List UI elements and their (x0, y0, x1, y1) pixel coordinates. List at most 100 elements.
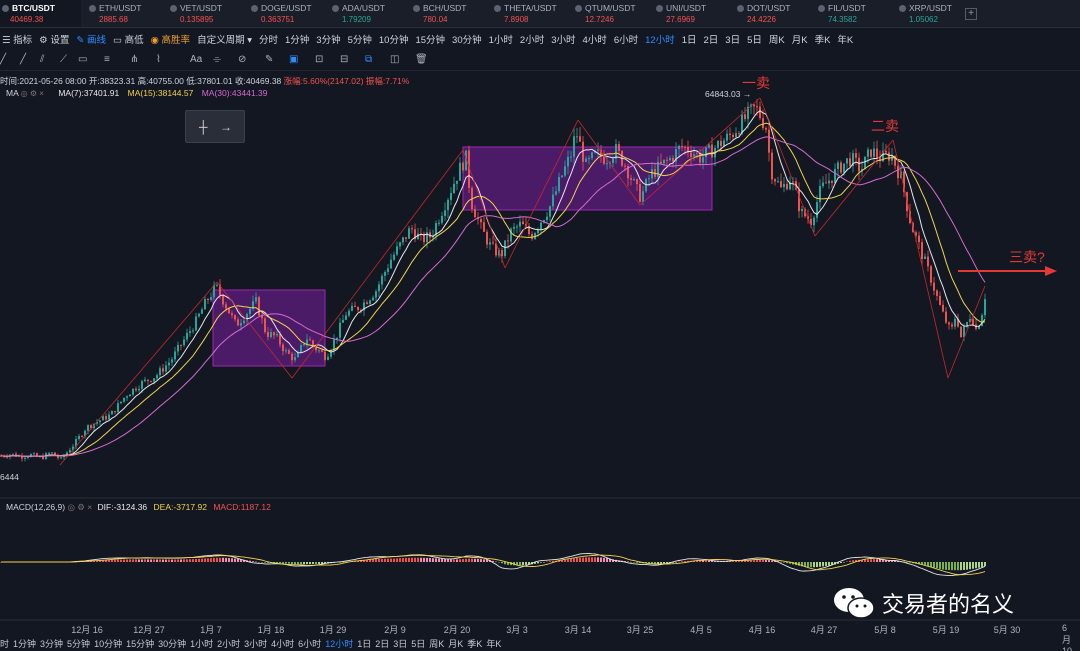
candle-body (441, 215, 443, 223)
macd-histogram-bar (816, 562, 818, 568)
candle-body (636, 179, 638, 185)
candle-body (99, 420, 101, 423)
macd-histogram-bar (153, 559, 155, 562)
macd-histogram-bar (237, 558, 239, 562)
macd-histogram-bar (384, 558, 386, 562)
candle-body (78, 436, 80, 440)
candle-body (819, 186, 821, 203)
candle-body (483, 222, 485, 232)
candle-body (648, 178, 650, 180)
macd-histogram-bar (231, 558, 233, 562)
bottom-period-option[interactable]: 4小时 (271, 639, 294, 649)
bottom-period-option[interactable]: 15分钟 (126, 639, 154, 649)
candle-body (573, 136, 575, 157)
candle-body (567, 156, 569, 167)
macd-histogram-bar (606, 558, 608, 562)
candle-body (651, 169, 653, 179)
macd-histogram-bar (603, 557, 605, 562)
candle-body (462, 162, 464, 171)
sell3-annotation: 三卖? (1009, 249, 1045, 265)
time-axis-label: 12月 16 (71, 625, 103, 635)
candle-body (168, 362, 170, 366)
macd-histogram-bar (564, 559, 566, 562)
bottom-period-option[interactable]: 6小时 (298, 639, 321, 649)
drawing-popup: ┼ → (185, 110, 245, 143)
bottom-period-option[interactable]: 周K (429, 639, 444, 649)
candle-body (240, 323, 242, 326)
vertical-line-icon[interactable]: ┼ (199, 120, 208, 134)
candle-body (459, 162, 461, 181)
macd-histogram-bar (399, 558, 401, 562)
candle-body (147, 379, 149, 381)
bottom-period-option[interactable]: 12小时 (325, 639, 353, 649)
candle-body (642, 191, 644, 202)
bottom-period-option[interactable]: 时 (0, 639, 9, 649)
candle-body (156, 375, 158, 379)
low-price-label: 6444 (0, 472, 19, 482)
candle-body (591, 152, 593, 159)
candle-body (558, 177, 560, 192)
bottom-period-option[interactable]: 10分钟 (94, 639, 122, 649)
macd-histogram-bar (597, 557, 599, 562)
macd-histogram-bar (525, 562, 527, 565)
bottom-period-option[interactable]: 2小时 (217, 639, 240, 649)
macd-eye-icon[interactable]: ◎ ⚙ × (67, 502, 92, 512)
bottom-period-option[interactable]: 月K (448, 639, 463, 649)
macd-histogram-bar (255, 561, 257, 563)
sell1-annotation: 一卖 (742, 75, 770, 91)
macd-histogram-bar (108, 559, 110, 562)
bottom-period-option[interactable]: 季K (467, 639, 482, 649)
candle-body (225, 304, 227, 309)
candle-body (123, 397, 125, 402)
macd-histogram-bar (402, 558, 404, 562)
macd-histogram-bar (876, 559, 878, 562)
macd-histogram-bar (942, 562, 944, 570)
bottom-period-option[interactable]: 5分钟 (67, 639, 90, 649)
candle-body (849, 158, 851, 167)
bottom-period-option[interactable]: 5日 (411, 639, 425, 649)
macd-histogram-bar (234, 558, 236, 562)
candle-body (138, 388, 140, 391)
bottom-period-option[interactable]: 年K (486, 639, 501, 649)
macd-histogram-bar (396, 558, 398, 562)
candle-body (771, 152, 773, 180)
candle-body (744, 114, 746, 120)
candle-body (801, 208, 803, 212)
horizontal-line-icon[interactable]: → (220, 120, 232, 134)
price-chart[interactable] (0, 0, 1080, 651)
macd-histogram-bar (810, 562, 812, 568)
bottom-period-option[interactable]: 3分钟 (40, 639, 63, 649)
macd-histogram-bar (519, 562, 521, 566)
time-axis-label: 4月 16 (748, 625, 776, 635)
candle-body (153, 378, 155, 382)
candle-body (786, 183, 788, 190)
candle-body (102, 416, 104, 421)
candle-body (516, 226, 518, 228)
bottom-period-option[interactable]: 30分钟 (158, 639, 186, 649)
macd-histogram-bar (930, 562, 932, 567)
candle-body (27, 456, 29, 458)
candle-body (210, 297, 212, 300)
macd-histogram-bar (138, 559, 140, 562)
candle-body (984, 299, 986, 316)
bottom-period-option[interactable]: 1小时 (190, 639, 213, 649)
bottom-period-option[interactable]: 1日 (357, 639, 371, 649)
macd-histogram-bar (567, 559, 569, 562)
candle-body (207, 299, 209, 301)
candle-body (846, 158, 848, 164)
time-axis-label: 1月 18 (257, 625, 285, 635)
bottom-period-option[interactable]: 1分钟 (13, 639, 36, 649)
candle-body (162, 368, 164, 372)
bottom-period-option[interactable]: 3小时 (244, 639, 267, 649)
bottom-period-option[interactable]: 3日 (393, 639, 407, 649)
candle-body (141, 381, 143, 389)
macd-histogram-bar (120, 559, 122, 562)
macd-histogram-bar (813, 562, 815, 568)
macd-histogram-bar (318, 562, 320, 564)
macd-histogram-bar (960, 562, 962, 571)
macd-histogram-bar (660, 562, 662, 564)
bottom-period-option[interactable]: 2日 (375, 639, 389, 649)
candle-body (396, 246, 398, 255)
trend-line (759, 97, 816, 237)
macd-histogram-bar (393, 558, 395, 562)
